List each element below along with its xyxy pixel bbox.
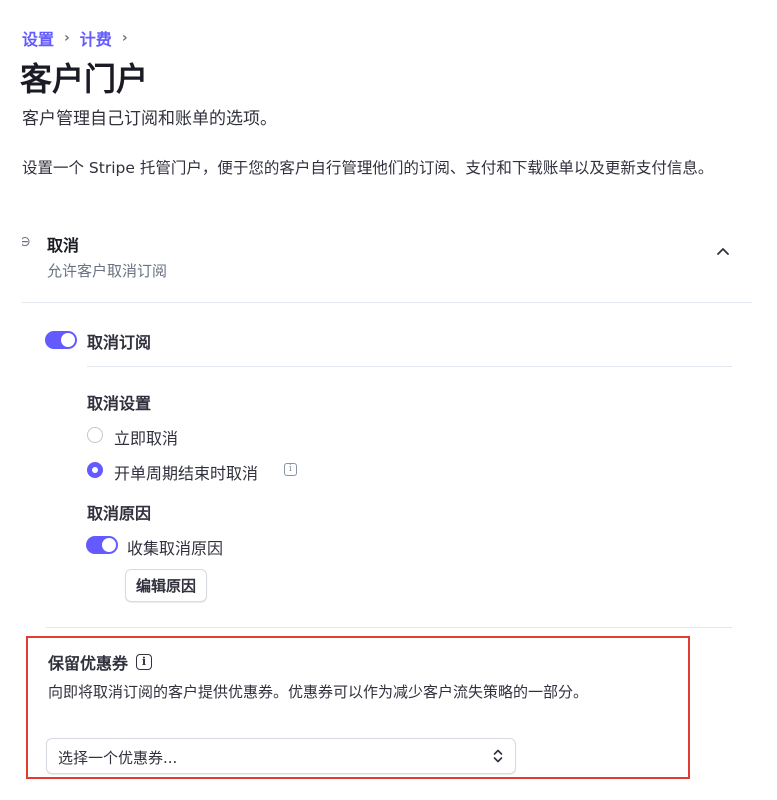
cancel-settings-heading: 取消设置 xyxy=(87,394,152,413)
breadcrumb-billing-link[interactable]: 计费 xyxy=(80,26,112,50)
breadcrumb: 设置 › 计费 › xyxy=(22,26,138,50)
cancel-section-title: 取消 xyxy=(47,236,80,255)
edit-reasons-button[interactable]: 编辑原因 xyxy=(125,569,208,602)
chevron-right-icon: › xyxy=(121,30,128,46)
chevron-up-icon[interactable] xyxy=(716,244,730,258)
cancel-section-header[interactable]: ⊖ 取消 允许客户取消订阅 xyxy=(22,222,752,303)
radio-cancel-end-of-period[interactable] xyxy=(87,462,103,478)
divider xyxy=(46,627,732,628)
divider xyxy=(87,366,732,367)
info-icon[interactable]: i xyxy=(284,463,297,476)
cancel-subscription-toggle[interactable] xyxy=(45,331,77,349)
page-title: 客户门户 xyxy=(20,60,149,98)
collect-reasons-label: 收集取消原因 xyxy=(127,539,224,558)
coupon-select-value: 选择一个优惠券... xyxy=(58,749,178,767)
chevron-up-down-icon xyxy=(493,749,503,763)
cancel-subscription-label: 取消订阅 xyxy=(87,333,152,352)
retention-coupon-title-text: 保留优惠券 xyxy=(48,654,129,673)
cancel-immediately-label[interactable]: 立即取消 xyxy=(114,425,178,449)
cancel-section-subtitle: 允许客户取消订阅 xyxy=(47,262,168,280)
cancel-reasons-heading: 取消原因 xyxy=(87,504,152,523)
info-icon[interactable]: i xyxy=(136,654,153,670)
radio-cancel-immediately[interactable] xyxy=(87,427,103,443)
retention-coupon-title: 保留优惠券 i xyxy=(48,650,153,674)
coupon-select[interactable]: 选择一个优惠券... xyxy=(46,738,516,774)
chevron-right-icon: › xyxy=(64,30,70,46)
collect-reasons-toggle[interactable] xyxy=(86,536,118,554)
cancel-end-of-period-label[interactable]: 开单周期结束时取消 xyxy=(114,460,258,484)
page-description: 设置一个 Stripe 托管门户，便于您的客户自行管理他们的订阅、支付和下载账单… xyxy=(22,159,714,177)
cancel-section-icon: ⊖ xyxy=(22,234,31,250)
retention-coupon-description: 向即将取消订阅的客户提供优惠券。优惠券可以作为减少客户流失策略的一部分。 xyxy=(48,683,589,701)
page-subtitle: 客户管理自己订阅和账单的选项。 xyxy=(22,109,277,129)
breadcrumb-settings-link[interactable]: 设置 xyxy=(22,26,54,50)
